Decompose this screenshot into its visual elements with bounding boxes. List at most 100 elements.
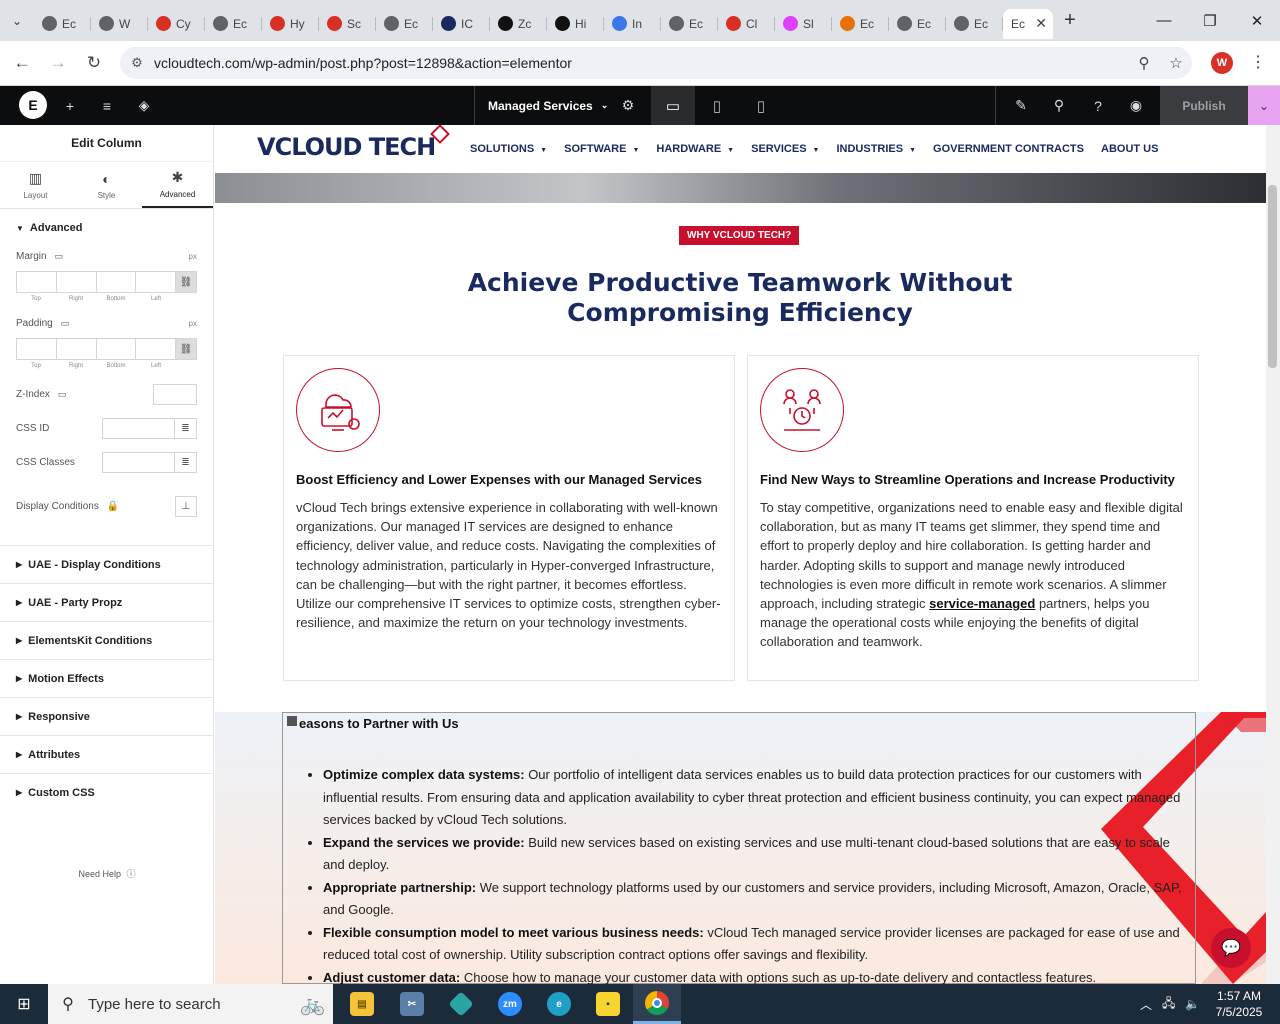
page-settings-gear-icon[interactable]: ⚙: [613, 86, 643, 125]
accordion-section[interactable]: ▶ Attributes: [0, 735, 213, 773]
accordion-section[interactable]: ▶ UAE - Party Propz: [0, 583, 213, 621]
new-tab-button[interactable]: +: [1053, 9, 1087, 32]
conditions-hierarchy-icon[interactable]: ⊥: [175, 495, 197, 517]
reload-button[interactable]: ↻: [76, 45, 112, 81]
service-managed-link[interactable]: service-managed: [929, 596, 1035, 611]
zoom-app-icon[interactable]: zm: [486, 984, 534, 1024]
browser-tab[interactable]: Ec: [946, 9, 1003, 39]
nav-item[interactable]: INDUSTRIES ▼: [836, 143, 916, 155]
nav-item[interactable]: SOLUTIONS ▼: [470, 143, 547, 155]
accordion-section[interactable]: ▶ UAE - Display Conditions: [0, 545, 213, 583]
chat-bubble-icon[interactable]: 💬: [1211, 928, 1251, 968]
site-logo[interactable]: VCLOUD TECH: [257, 125, 451, 161]
restore-button[interactable]: ❐: [1187, 0, 1233, 41]
volume-icon[interactable]: 🔈: [1185, 997, 1200, 1011]
system-clock[interactable]: 1:57 AM 7/5/2025: [1208, 988, 1270, 1020]
site-settings-icon[interactable]: ≡: [92, 86, 122, 125]
show-hidden-icons-chevron-icon[interactable]: ︿: [1140, 996, 1152, 1013]
desktop-responsive-icon[interactable]: ▭: [61, 318, 70, 329]
browser-tab[interactable]: Ec: [661, 9, 718, 39]
dynamic-tags-icon[interactable]: ≣: [175, 417, 197, 439]
browser-tab[interactable]: Cy: [148, 9, 205, 39]
page-selector[interactable]: Managed Services ⌄: [488, 86, 608, 125]
nav-item[interactable]: SERVICES ▼: [751, 143, 819, 155]
zindex-input[interactable]: [153, 383, 197, 405]
margin-bottom-input[interactable]: [95, 271, 136, 293]
padding-unit-select[interactable]: px: [189, 319, 197, 328]
nav-item[interactable]: GOVERNMENT CONTRACTS: [933, 143, 1084, 155]
browser-tab[interactable]: Sl: [775, 9, 832, 39]
forward-button[interactable]: →: [40, 45, 76, 81]
preview-eye-icon[interactable]: ◉: [1121, 86, 1151, 125]
browser-tab[interactable]: Ec: [889, 9, 946, 39]
margin-right-input[interactable]: [55, 271, 96, 293]
bookmark-star-icon[interactable]: ☆: [1160, 54, 1192, 72]
publish-options-chevron-icon[interactable]: ⌄: [1248, 86, 1280, 125]
taskbar-search-box[interactable]: ⚲ Type here to search 🚲: [48, 984, 333, 1024]
browser-tab[interactable]: In: [604, 9, 661, 39]
help-icon[interactable]: ?: [1083, 86, 1113, 125]
desktop-device-icon[interactable]: ▭: [651, 86, 695, 125]
panel-tab-layout[interactable]: ▥ Layout: [0, 162, 71, 208]
link-values-icon[interactable]: ⛓: [175, 338, 198, 360]
snipping-tool-icon[interactable]: ✂: [388, 984, 436, 1024]
profile-avatar[interactable]: W: [1211, 52, 1233, 74]
minimize-button[interactable]: —: [1141, 0, 1187, 41]
margin-unit-select[interactable]: px: [189, 252, 197, 261]
browser-tab[interactable]: Zc: [490, 9, 547, 39]
sticky-notes-icon[interactable]: ▪: [584, 984, 632, 1024]
close-tab-icon[interactable]: ✕: [1035, 15, 1047, 32]
padding-bottom-input[interactable]: [95, 338, 136, 360]
site-info-icon[interactable]: ⚙: [120, 55, 154, 71]
column-handle-icon[interactable]: ▦: [287, 716, 297, 726]
nav-item[interactable]: ABOUT US: [1101, 143, 1158, 155]
publish-button[interactable]: Publish: [1160, 86, 1248, 125]
app-diamond-icon[interactable]: [437, 984, 485, 1024]
browser-tab[interactable]: Hi: [547, 9, 604, 39]
network-icon[interactable]: 🖧: [1162, 994, 1175, 1015]
browser-tab[interactable]: Cl: [718, 9, 775, 39]
margin-left-input[interactable]: [135, 271, 176, 293]
nav-item[interactable]: SOFTWARE ▼: [564, 143, 639, 155]
browser-tab[interactable]: Sc: [319, 9, 376, 39]
add-element-icon[interactable]: +: [55, 86, 85, 125]
windows-start-icon[interactable]: ⊞: [0, 984, 48, 1024]
browser-tab[interactable]: Ec: [205, 9, 262, 39]
browser-tab[interactable]: Ec: [34, 9, 91, 39]
link-values-icon[interactable]: ⛓: [175, 271, 198, 293]
desktop-responsive-icon[interactable]: ▭: [58, 389, 67, 400]
back-button[interactable]: ←: [4, 45, 40, 81]
close-window-button[interactable]: ✕: [1234, 0, 1280, 41]
nav-item[interactable]: HARDWARE ▼: [656, 143, 734, 155]
file-explorer-icon[interactable]: ▤: [338, 984, 386, 1024]
search-icon[interactable]: ⚲: [1044, 86, 1074, 125]
elementor-logo-icon[interactable]: E: [19, 91, 47, 119]
active-tab[interactable]: Ec ✕: [1003, 8, 1053, 39]
panel-tab-advanced[interactable]: ✱ Advanced: [142, 162, 213, 208]
panel-tab-style[interactable]: ◐ Style: [71, 162, 142, 208]
desktop-responsive-icon[interactable]: ▭: [55, 251, 64, 262]
tab-search-dropdown[interactable]: ⌄: [0, 0, 34, 41]
margin-top-input[interactable]: [16, 271, 56, 293]
structure-layers-icon[interactable]: ◈: [129, 86, 159, 125]
tablet-device-icon[interactable]: ▯: [695, 86, 739, 125]
padding-right-input[interactable]: [55, 338, 96, 360]
dynamic-tags-icon[interactable]: ≣: [175, 451, 197, 473]
css-classes-input[interactable]: [102, 451, 175, 473]
accordion-section[interactable]: ▶ Responsive: [0, 697, 213, 735]
edge-browser-icon[interactable]: e: [535, 984, 583, 1024]
accordion-section[interactable]: ▶ ElementsKit Conditions: [0, 621, 213, 659]
advanced-section-header[interactable]: ▼ Advanced: [16, 209, 197, 247]
browser-tab[interactable]: W: [91, 9, 148, 39]
browser-tab[interactable]: Ec: [376, 9, 433, 39]
accordion-section[interactable]: ▶ Custom CSS: [0, 773, 213, 811]
reasons-column-selected[interactable]: ▦ easons to Partner with Us Optimize com…: [282, 712, 1196, 984]
browser-tab[interactable]: Ec: [832, 9, 889, 39]
zoom-icon[interactable]: ⚲: [1128, 54, 1160, 72]
padding-top-input[interactable]: [16, 338, 56, 360]
padding-left-input[interactable]: [135, 338, 176, 360]
address-bar[interactable]: ⚙ vcloudtech.com/wp-admin/post.php?post=…: [120, 47, 1192, 79]
notes-pin-icon[interactable]: ✎: [1006, 86, 1036, 125]
browser-tab[interactable]: IC: [433, 9, 490, 39]
need-help-link[interactable]: Need Help ⓘ: [0, 867, 214, 880]
